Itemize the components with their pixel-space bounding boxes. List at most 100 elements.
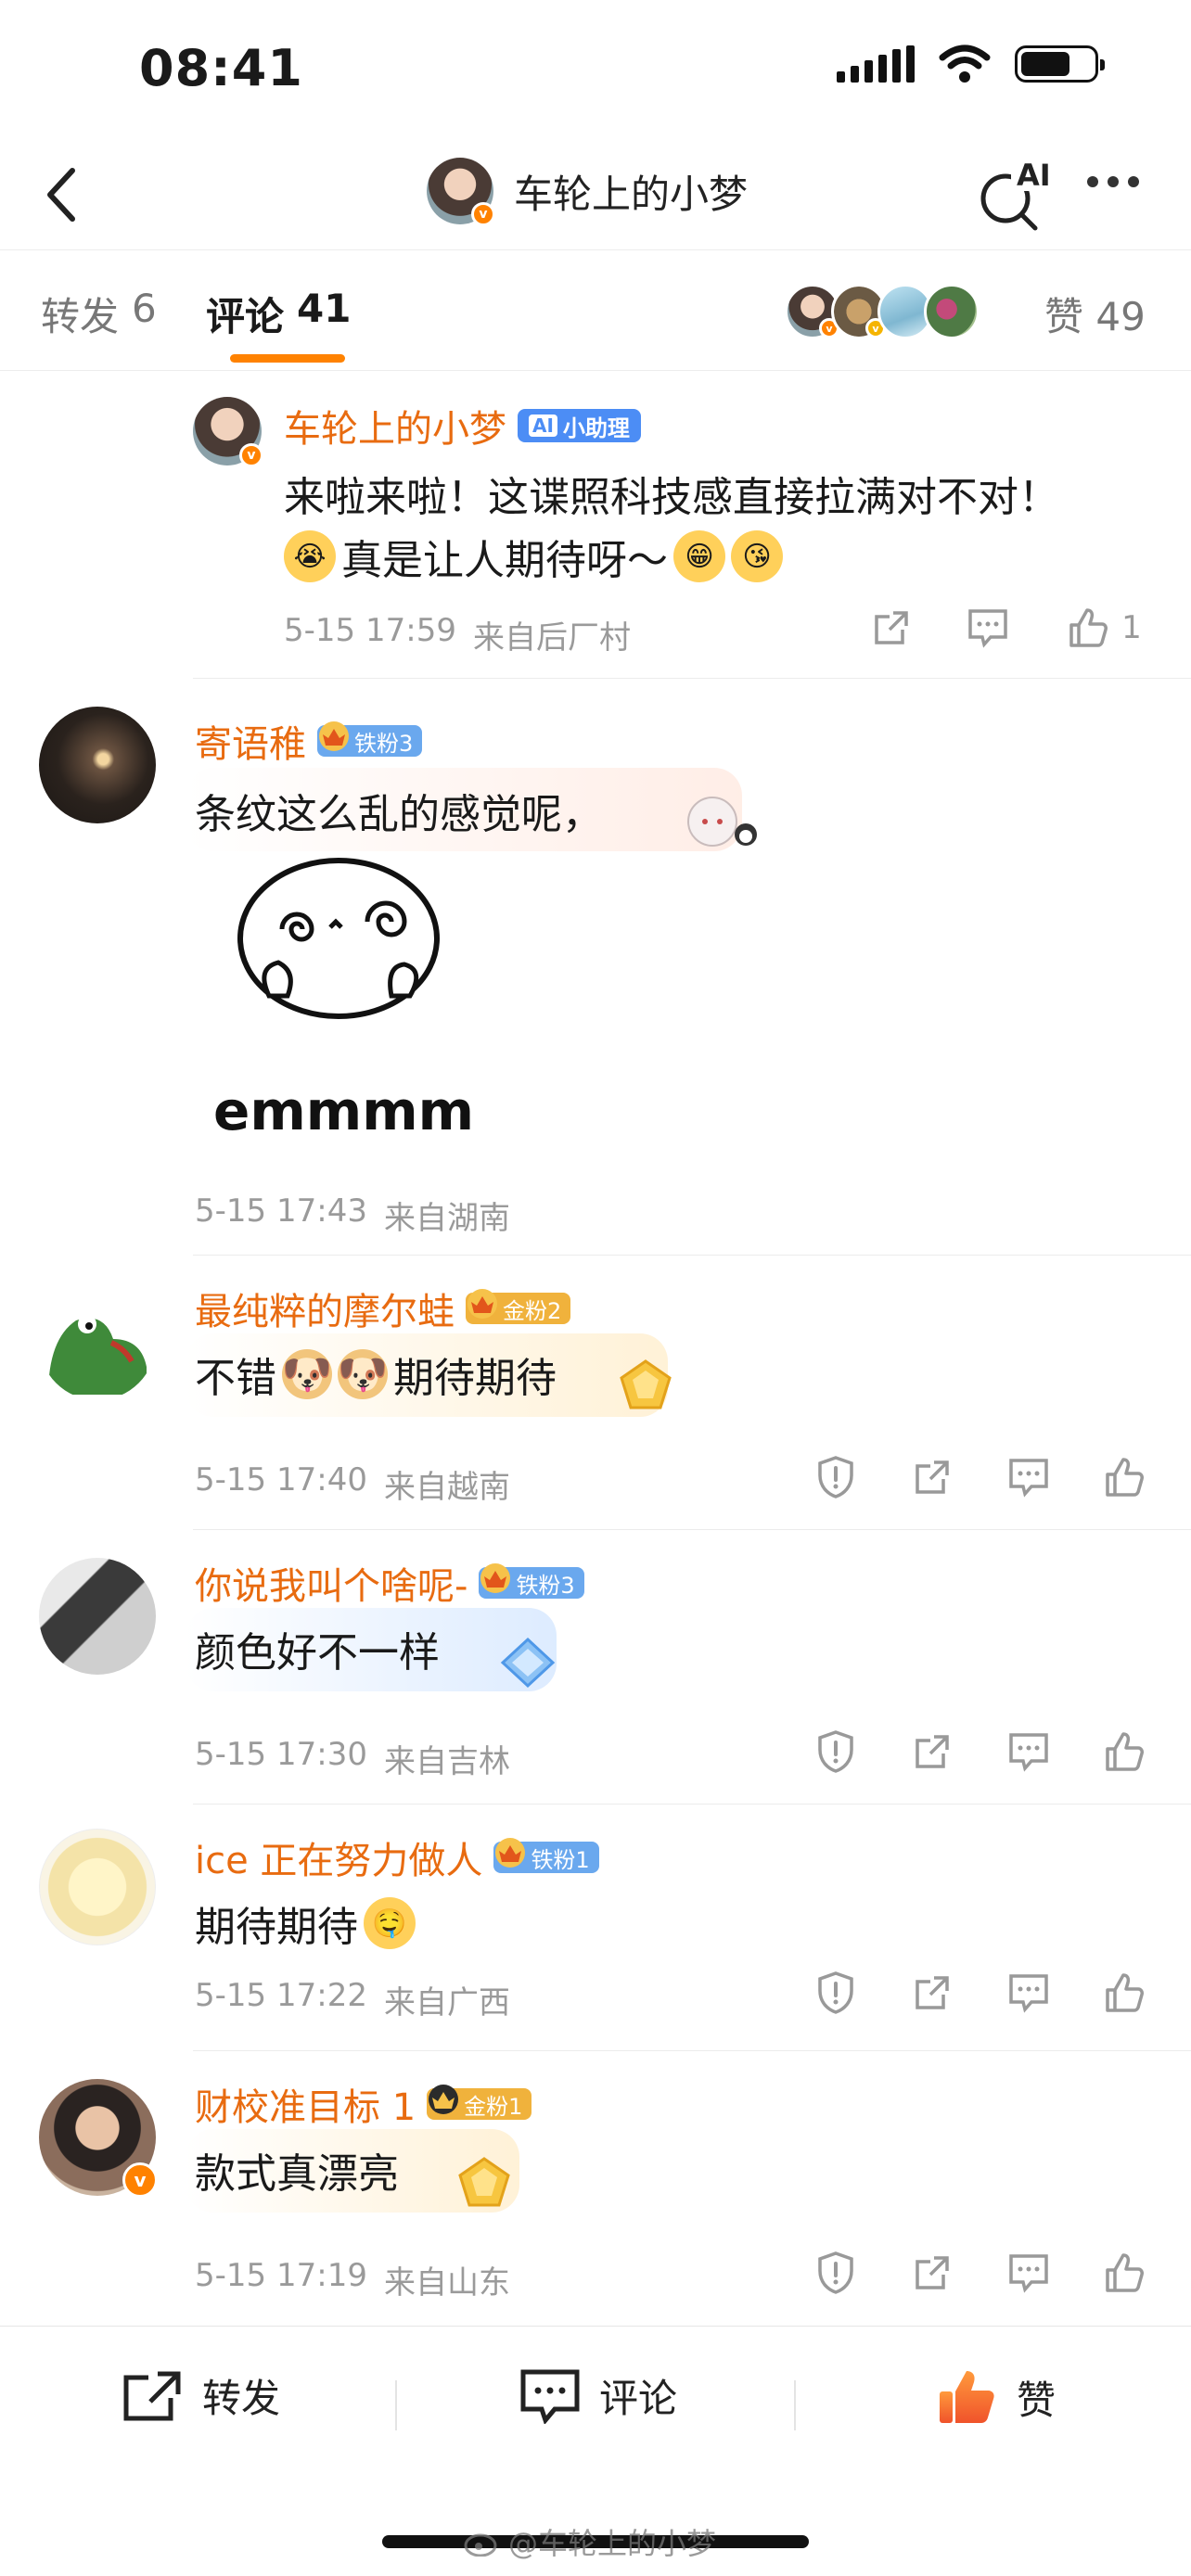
commenter-avatar[interactable] bbox=[39, 1558, 156, 1675]
share-icon bbox=[916, 1976, 949, 2009]
share-button[interactable] bbox=[911, 1971, 954, 2014]
comment-item[interactable]: 寄语稚 铁粉3 条纹这么乱的感觉呢， emmmm 5-15 17:43 来自湖南 bbox=[0, 679, 1191, 1256]
repost-label: 转发 bbox=[202, 2376, 281, 2421]
fan-badge-label: 金粉2 bbox=[503, 1297, 562, 1324]
share-icon bbox=[916, 1460, 949, 1494]
gold-gem-icon bbox=[458, 2157, 510, 2207]
battery-icon bbox=[1015, 45, 1105, 83]
drooling-emoji-icon: 🤤 bbox=[364, 1897, 416, 1949]
reply-button[interactable] bbox=[1007, 1971, 1050, 2014]
crown-icon bbox=[495, 1838, 526, 1868]
commenter-name-row: 你说我叫个啥呢- 铁粉3 bbox=[195, 1556, 584, 1610]
reply-button[interactable] bbox=[1007, 1730, 1050, 1773]
like-button[interactable] bbox=[1104, 1971, 1146, 2014]
commenter-name[interactable]: 寄语稚 bbox=[195, 714, 306, 768]
like-button[interactable]: 1 bbox=[1063, 606, 1146, 649]
comment-meta: 5-15 17:40 来自越南 bbox=[195, 1461, 510, 1507]
report-button[interactable] bbox=[814, 1730, 857, 1773]
assistant-badge-label: 小助理 bbox=[562, 414, 630, 441]
comment-item[interactable]: v 车轮上的小梦 AI 小助理 来啦来啦！这谍照科技感直接拉满对不对！ 😭 真是… bbox=[0, 371, 1191, 679]
comment-location: 来自后厂村 bbox=[472, 619, 631, 657]
share-button[interactable] bbox=[911, 2251, 954, 2294]
crown-icon bbox=[429, 2085, 459, 2114]
thumbs-up-icon bbox=[1106, 2253, 1144, 2292]
report-shield-icon bbox=[818, 1730, 853, 1773]
report-button[interactable] bbox=[814, 1456, 857, 1498]
reply-button[interactable] bbox=[1007, 1456, 1050, 1498]
ai-search-button[interactable]: AI bbox=[974, 158, 1051, 232]
verified-icon: v bbox=[122, 2162, 158, 2198]
liker-avatars[interactable]: v v bbox=[785, 284, 980, 339]
commenter-name[interactable]: 车轮上的小梦 bbox=[284, 399, 506, 453]
report-button[interactable] bbox=[814, 2251, 857, 2294]
comment-item[interactable]: ice 正在努力做人 铁粉1 期待期待 🤤 5-15 17:22 来自广西 bbox=[0, 1804, 1191, 2051]
share-icon bbox=[875, 611, 908, 644]
separator bbox=[794, 2380, 796, 2430]
like-button[interactable] bbox=[1104, 2251, 1146, 2294]
fan-badge-label: 铁粉3 bbox=[354, 730, 414, 757]
author-avatar[interactable]: v bbox=[427, 158, 495, 226]
tab-bar: 转发 6 评论 41 v v 赞 49 bbox=[0, 250, 1191, 371]
comment-time: 5-15 17:59 bbox=[284, 612, 456, 649]
comment-text: 不错 bbox=[195, 1355, 276, 1402]
verified-icon: v bbox=[471, 202, 495, 226]
nav-author[interactable]: v 车轮上的小梦 bbox=[427, 158, 748, 226]
reply-button[interactable] bbox=[967, 606, 1009, 649]
commenter-name[interactable]: ice 正在努力做人 bbox=[195, 1830, 482, 1884]
report-button[interactable] bbox=[814, 1971, 857, 2014]
commenter-avatar[interactable]: v bbox=[39, 2079, 158, 2198]
back-button[interactable] bbox=[26, 159, 96, 230]
reply-button[interactable] bbox=[1007, 2251, 1050, 2294]
status-icons bbox=[837, 45, 1105, 83]
comment-location: 来自山东 bbox=[383, 2264, 510, 2302]
anime-sticker-icon bbox=[687, 797, 757, 847]
commenter-avatar[interactable]: v bbox=[193, 397, 263, 467]
comment-actions bbox=[814, 2251, 1146, 2294]
more-button[interactable] bbox=[1087, 176, 1139, 187]
comment-icon bbox=[968, 609, 1007, 648]
comment-icon bbox=[1009, 2254, 1048, 2293]
commenter-name[interactable]: 最纯粹的摩尔蛙 bbox=[195, 1282, 455, 1335]
like-label: 赞 bbox=[1017, 2377, 1057, 2423]
commenter-name[interactable]: 你说我叫个啥呢- bbox=[195, 1556, 467, 1610]
comment-location: 来自越南 bbox=[383, 1469, 510, 1506]
comment-text: 期待期待 bbox=[393, 1355, 557, 1402]
tab-comment[interactable]: 评论 41 bbox=[206, 286, 351, 342]
cellular-signal-icon bbox=[837, 45, 915, 83]
comment-item[interactable]: 你说我叫个啥呢- 铁粉3 颜色好不一样 5-15 17:30 来自吉林 bbox=[0, 1530, 1191, 1804]
comment-time: 5-15 17:43 bbox=[195, 1192, 367, 1230]
crown-icon bbox=[480, 1563, 511, 1593]
commenter-name-row: 财校准目标 1 金粉1 bbox=[195, 2077, 532, 2131]
dizzy-face-sticker[interactable] bbox=[204, 857, 482, 1024]
comment-actions: 1 bbox=[870, 606, 1146, 649]
like-button[interactable] bbox=[1104, 1456, 1146, 1498]
fan-badge: 金粉2 bbox=[466, 1289, 571, 1324]
share-button[interactable] bbox=[870, 606, 913, 649]
comment-item[interactable]: v 财校准目标 1 金粉1 款式真漂亮 5-15 17:19 来自山东 bbox=[0, 2051, 1191, 2326]
commenter-name-row: 最纯粹的摩尔蛙 金粉2 bbox=[195, 1282, 571, 1335]
commenter-name[interactable]: 财校准目标 1 bbox=[195, 2077, 416, 2131]
commenter-avatar[interactable] bbox=[39, 1829, 156, 1945]
repost-button[interactable]: 转发 bbox=[121, 2367, 280, 2424]
comment-item[interactable]: 最纯粹的摩尔蛙 金粉2 不错 🐶 🐶 期待期待 5-15 17:40 来自越南 bbox=[0, 1256, 1191, 1530]
tab-like[interactable]: 赞 49 bbox=[1044, 286, 1146, 342]
commenter-name-row: 寄语稚 铁粉3 bbox=[195, 714, 423, 768]
cheer-emoji-icon: 😭 bbox=[284, 530, 336, 582]
comment-time: 5-15 17:19 bbox=[195, 2257, 367, 2294]
comment-text: 期待期待 bbox=[195, 1904, 358, 1951]
tab-repost-label: 转发 bbox=[41, 294, 120, 339]
comment-text-line2: 😭 真是让人期待呀～ 😁 😘 bbox=[284, 527, 783, 586]
like-button[interactable] bbox=[1104, 1730, 1146, 1773]
comment-button[interactable]: 评论 bbox=[519, 2367, 677, 2424]
commenter-avatar[interactable] bbox=[39, 1283, 156, 1400]
like-button[interactable]: 赞 bbox=[937, 2367, 1056, 2427]
report-shield-icon bbox=[818, 2251, 853, 2294]
separator bbox=[395, 2380, 397, 2430]
commenter-avatar[interactable] bbox=[39, 707, 156, 823]
tab-repost[interactable]: 转发 6 bbox=[41, 286, 157, 342]
share-button[interactable] bbox=[911, 1456, 954, 1498]
crown-icon bbox=[467, 1289, 497, 1319]
share-button[interactable] bbox=[911, 1730, 954, 1773]
thumbs-up-icon bbox=[1069, 608, 1108, 647]
fan-badge: 金粉1 bbox=[427, 2085, 532, 2120]
